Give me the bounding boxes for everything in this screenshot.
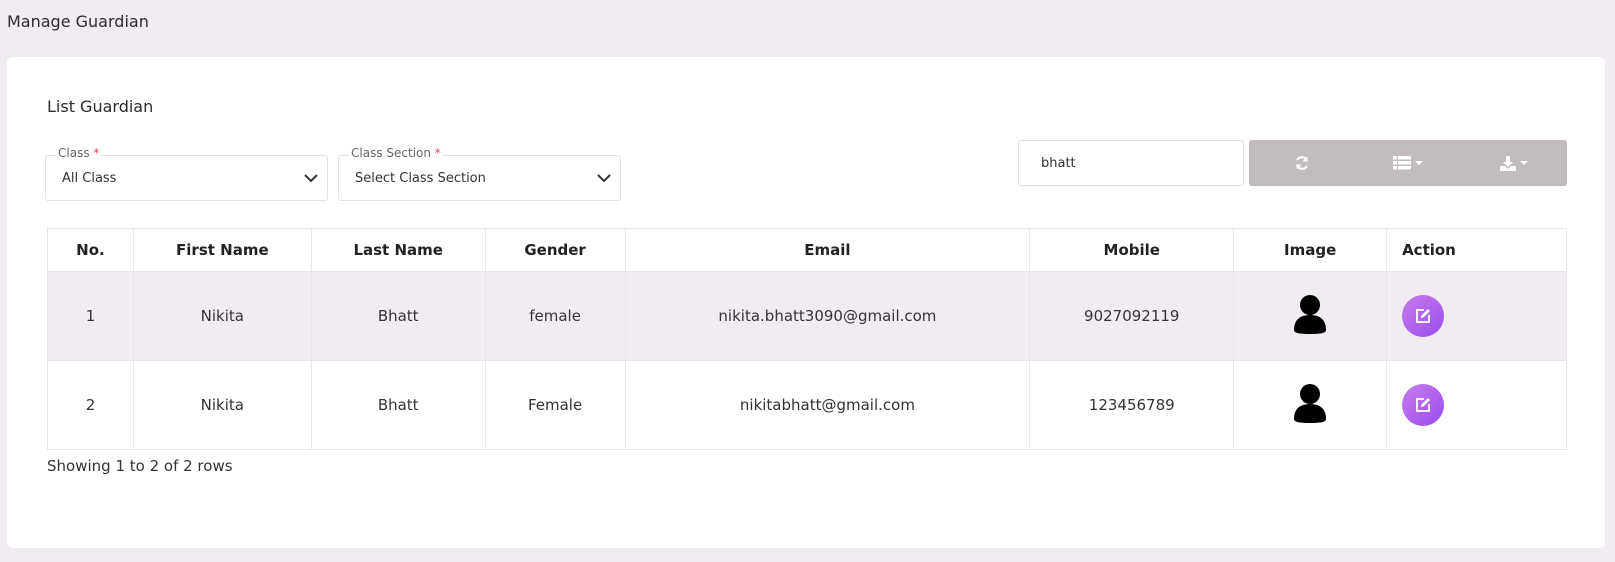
table-row: 2 Nikita Bhatt Female nikitabhatt@gmail.… [47,360,1567,450]
caret-down-icon [1415,161,1423,165]
pagination-info: Showing 1 to 2 of 2 rows [47,457,233,475]
edit-button[interactable] [1402,384,1445,426]
edit-icon [1416,309,1431,323]
column-header-action: Action [1386,228,1567,272]
list-columns-icon [1393,156,1411,170]
cell-last-name: Bhatt [310,360,486,450]
class-section-select-value: Select Class Section [355,171,486,186]
user-avatar-icon[interactable] [1292,383,1328,423]
cell-mobile: 123456789 [1029,360,1235,450]
column-header-gender[interactable]: Gender [484,228,626,272]
search-input[interactable] [1018,140,1244,186]
chevron-down-icon [304,174,318,183]
cell-gender: female [484,271,626,361]
toolbar-button-group [1249,140,1567,186]
cell-action [1386,360,1567,450]
column-header-image[interactable]: Image [1233,228,1388,272]
cell-last-name: Bhatt [310,271,486,361]
cell-image [1233,271,1388,361]
refresh-icon [1295,156,1309,170]
cell-first-name: Nikita [132,271,312,361]
export-button[interactable] [1461,140,1567,186]
column-header-last-name[interactable]: Last Name [310,228,486,272]
cell-action [1386,271,1567,361]
guardian-table: No. First Name Last Name Gender Email Mo… [47,228,1567,450]
guardian-card: List Guardian Class * All Class Class Se… [7,57,1605,548]
refresh-button[interactable] [1249,140,1355,186]
edit-button[interactable] [1402,295,1445,337]
caret-down-icon [1520,161,1528,165]
cell-email: nikitabhatt@gmail.com [624,360,1031,450]
class-select[interactable]: Class * All Class [45,146,328,201]
page-title: Manage Guardian [7,12,149,31]
cell-first-name: Nikita [132,360,312,450]
class-section-select[interactable]: Class Section * Select Class Section [338,146,621,201]
cell-email: nikita.bhatt3090@gmail.com [624,271,1031,361]
table-row: 1 Nikita Bhatt female nikita.bhatt3090@g… [47,271,1567,361]
user-avatar-icon[interactable] [1292,294,1328,334]
download-icon [1500,155,1516,171]
column-header-email[interactable]: Email [624,228,1031,272]
column-header-no[interactable]: No. [47,228,134,272]
column-header-first-name[interactable]: First Name [132,228,312,272]
table-header-row: No. First Name Last Name Gender Email Mo… [47,228,1567,272]
cell-no: 1 [47,271,134,361]
column-header-mobile[interactable]: Mobile [1029,228,1235,272]
card-title: List Guardian [47,97,154,116]
edit-icon [1416,398,1431,412]
columns-toggle-button[interactable] [1355,140,1461,186]
cell-image [1233,360,1388,450]
cell-no: 2 [47,360,134,450]
cell-mobile: 9027092119 [1029,271,1235,361]
cell-gender: Female [484,360,626,450]
chevron-down-icon [597,174,611,183]
class-select-label: Class * [56,146,102,160]
class-section-select-label: Class Section * [349,146,443,160]
class-select-value: All Class [62,171,117,186]
